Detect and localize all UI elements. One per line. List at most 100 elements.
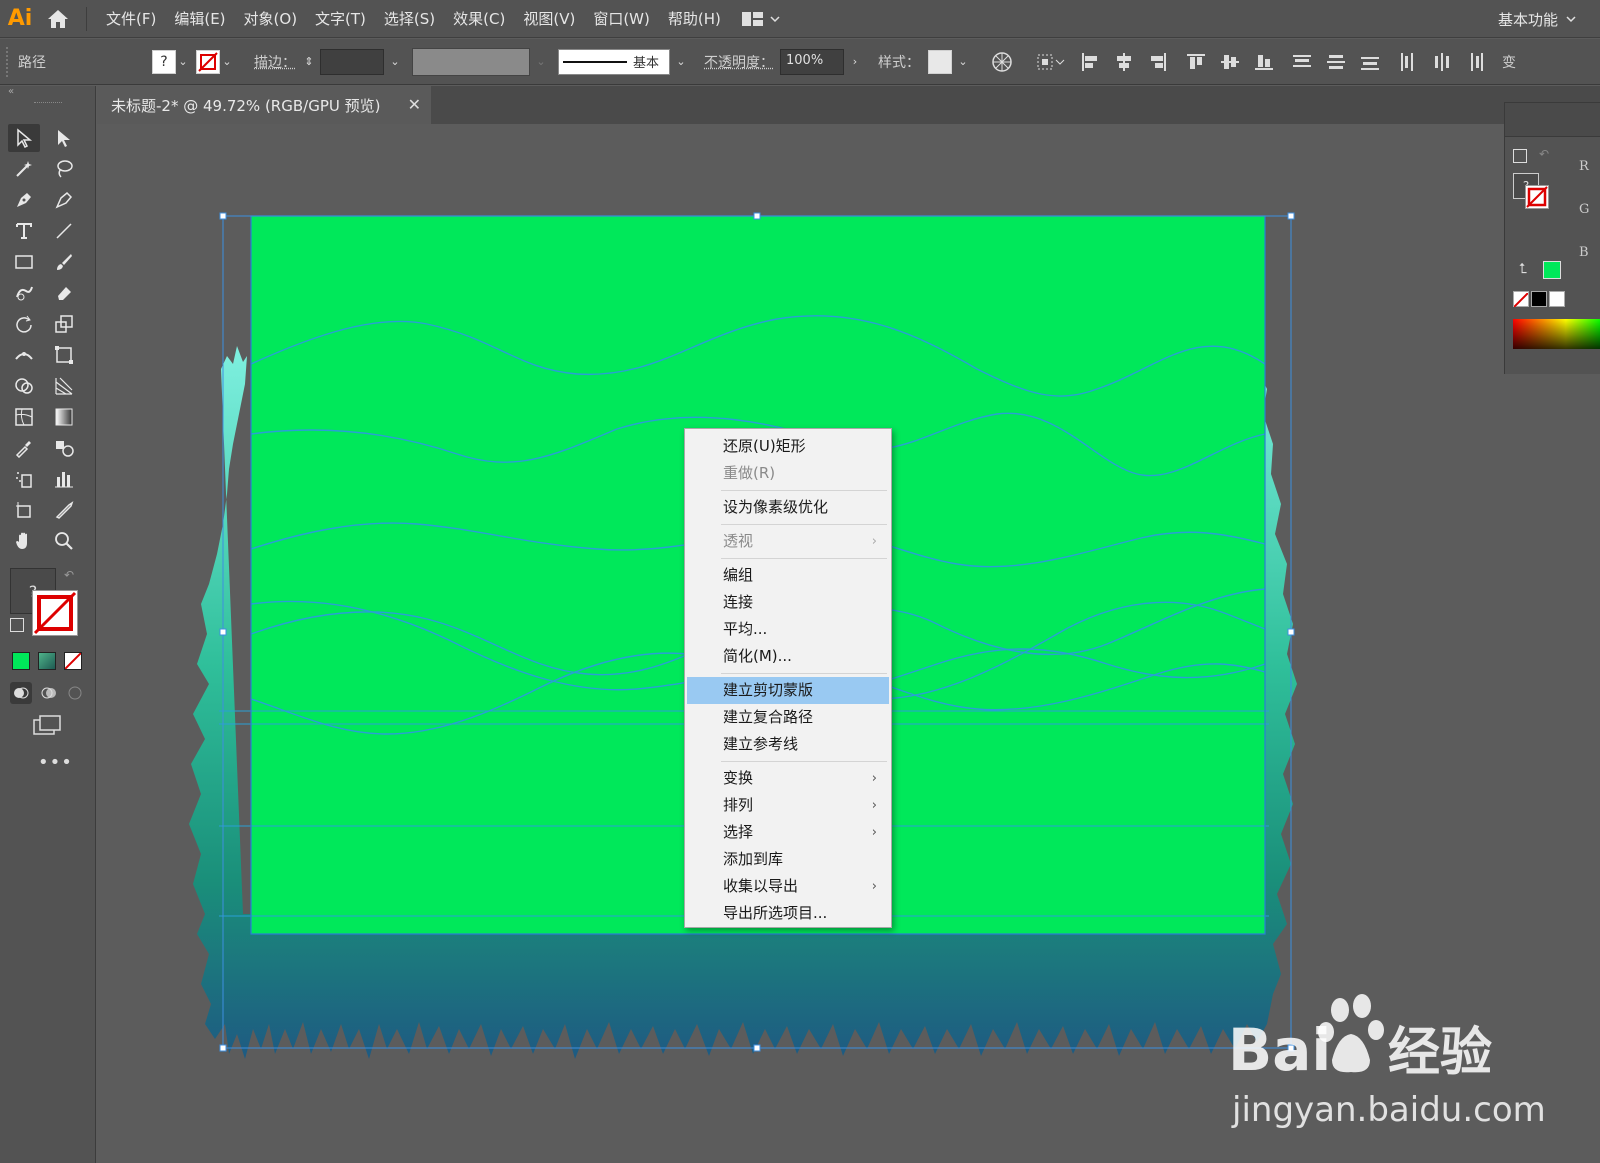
draw-inside-icon[interactable] <box>64 682 86 704</box>
rectangle-tool-icon[interactable] <box>8 248 40 276</box>
paintbrush-tool-icon[interactable] <box>48 248 80 276</box>
gradient-tool-icon[interactable] <box>48 403 80 431</box>
home-icon[interactable] <box>40 0 76 38</box>
draw-behind-icon[interactable] <box>38 682 60 704</box>
chevron-down-icon[interactable]: ⌄ <box>176 50 190 74</box>
collapse-icon[interactable]: « <box>0 86 95 108</box>
draw-normal-icon[interactable] <box>10 682 32 704</box>
menu-item-pixel-optimize[interactable]: 设为像素级优化 <box>685 494 891 521</box>
artboard-tool-icon[interactable] <box>8 496 40 524</box>
align-left-icon[interactable] <box>1076 48 1104 76</box>
menu-item-make-clipping-mask[interactable]: 建立剪切蒙版 <box>687 677 889 704</box>
resize-handle[interactable] <box>219 212 227 220</box>
white-swatch[interactable] <box>1549 291 1565 307</box>
resize-handle[interactable] <box>753 212 761 220</box>
zoom-tool-icon[interactable] <box>48 527 80 555</box>
menu-select[interactable]: 选择(S) <box>375 0 444 38</box>
scale-tool-icon[interactable] <box>48 310 80 338</box>
menu-item-undo-rectangle[interactable]: 还原(U)矩形 <box>685 433 891 460</box>
menu-item-collect-for-export[interactable]: 收集以导出 › <box>685 873 891 900</box>
direct-selection-tool-icon[interactable] <box>48 124 80 152</box>
mesh-tool-icon[interactable] <box>8 403 40 431</box>
menu-type[interactable]: 文字(T) <box>306 0 375 38</box>
color-mode-button[interactable] <box>12 652 30 670</box>
menu-window[interactable]: 窗口(W) <box>584 0 659 38</box>
menu-item-select[interactable]: 选择 › <box>685 819 891 846</box>
panel-header[interactable] <box>1505 103 1600 137</box>
stroke-weight-input[interactable] <box>320 48 384 75</box>
align-center-icon[interactable] <box>1110 48 1138 76</box>
arrange-documents-button[interactable] <box>741 11 780 27</box>
black-swatch[interactable] <box>1531 291 1547 307</box>
shaper-tool-icon[interactable] <box>8 279 40 307</box>
pen-tool-icon[interactable] <box>8 186 40 214</box>
menu-item-group[interactable]: 编组 <box>685 562 891 589</box>
hand-tool-icon[interactable] <box>8 527 40 555</box>
resize-handle[interactable] <box>1287 212 1295 220</box>
resize-handle[interactable] <box>219 628 227 636</box>
menu-item-transform[interactable]: 变换 › <box>685 765 891 792</box>
width-tool-icon[interactable] <box>8 341 40 369</box>
lasso-tool-icon[interactable] <box>48 155 80 183</box>
type-tool-icon[interactable] <box>8 217 40 245</box>
align-bottom-icon[interactable] <box>1250 48 1278 76</box>
slice-tool-icon[interactable] <box>48 496 80 524</box>
transform-label[interactable]: 变 <box>1496 52 1522 72</box>
close-icon[interactable]: ✕ <box>408 95 421 114</box>
distribute-horizontal-icon[interactable] <box>1428 48 1456 76</box>
gradient-mode-button[interactable] <box>38 652 56 670</box>
menu-item-average[interactable]: 平均... <box>685 616 891 643</box>
distribute-bottom-icon[interactable] <box>1356 48 1384 76</box>
variable-width-profile[interactable] <box>412 47 530 76</box>
screen-mode-icon[interactable] <box>32 714 64 738</box>
fill-swatch[interactable]: ? <box>152 49 176 74</box>
brush-definition[interactable]: 基本 <box>558 48 670 75</box>
resize-handle[interactable] <box>219 1044 227 1052</box>
curvature-tool-icon[interactable] <box>48 186 80 214</box>
stroke-indicator[interactable] <box>1525 185 1549 209</box>
chevron-down-icon[interactable]: ⌄ <box>952 50 974 74</box>
distribute-left-icon[interactable] <box>1394 48 1422 76</box>
resize-handle[interactable] <box>1287 628 1295 636</box>
menu-item-make-compound-path[interactable]: 建立复合路径 <box>685 704 891 731</box>
opacity-label[interactable]: 不透明度： <box>698 52 780 72</box>
menu-help[interactable]: 帮助(H) <box>659 0 730 38</box>
shape-builder-tool-icon[interactable] <box>8 372 40 400</box>
eraser-tool-icon[interactable] <box>48 279 80 307</box>
edit-toolbar-icon[interactable]: ••• <box>38 752 73 773</box>
graphic-style-swatch[interactable] <box>928 49 952 74</box>
menu-item-arrange[interactable]: 排列 › <box>685 792 891 819</box>
menu-object[interactable]: 对象(O) <box>235 0 307 38</box>
menu-view[interactable]: 视图(V) <box>514 0 584 38</box>
blend-tool-icon[interactable] <box>48 434 80 462</box>
distribute-top-icon[interactable] <box>1288 48 1316 76</box>
align-right-icon[interactable] <box>1144 48 1172 76</box>
chevron-down-icon[interactable]: ⌄ <box>384 50 406 74</box>
menu-item-join[interactable]: 连接 <box>685 589 891 616</box>
selection-tool-icon[interactable] <box>8 124 40 152</box>
align-top-icon[interactable] <box>1182 48 1210 76</box>
stroke-label[interactable]: 描边： <box>248 52 302 72</box>
line-segment-tool-icon[interactable] <box>48 217 80 245</box>
chevron-down-icon[interactable]: ⌄ <box>530 50 552 74</box>
default-colors-icon[interactable] <box>1513 149 1527 163</box>
chevron-down-icon[interactable]: ⌄ <box>670 50 692 74</box>
menu-item-export-selection[interactable]: 导出所选项目... <box>685 900 891 927</box>
document-tab[interactable]: 未标题-2* @ 49.72% (RGB/GPU 预览) ✕ <box>97 86 431 124</box>
eyedropper-tool-icon[interactable] <box>8 434 40 462</box>
menu-item-make-guides[interactable]: 建立参考线 <box>685 731 891 758</box>
magic-wand-tool-icon[interactable] <box>8 155 40 183</box>
menu-item-simplify[interactable]: 简化(M)... <box>685 643 891 670</box>
opacity-input[interactable]: 100% <box>780 48 844 75</box>
none-mode-button[interactable] <box>64 652 82 670</box>
menu-edit[interactable]: 编辑(E) <box>165 0 234 38</box>
default-colors-icon[interactable] <box>10 618 24 632</box>
none-swatch[interactable] <box>1513 291 1529 308</box>
color-spectrum[interactable] <box>1513 319 1600 349</box>
rotate-tool-icon[interactable] <box>8 310 40 338</box>
out-of-gamut-icon[interactable]: ⮤ <box>1519 261 1527 277</box>
stroke-swatch[interactable] <box>196 49 220 74</box>
stroke-indicator[interactable] <box>32 590 78 636</box>
symbol-sprayer-tool-icon[interactable] <box>8 465 40 493</box>
stroke-weight-stepper[interactable]: ⇕ <box>302 50 316 74</box>
